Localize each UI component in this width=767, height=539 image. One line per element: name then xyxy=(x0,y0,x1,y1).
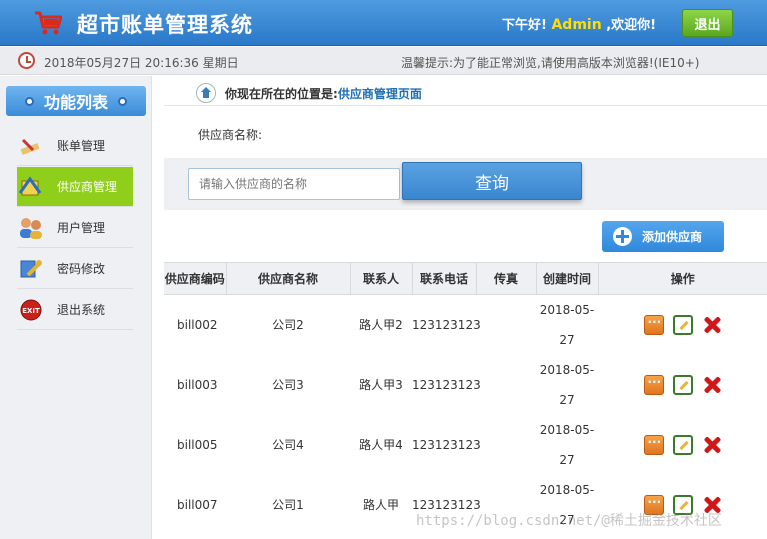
supplier-contact: 路人甲2 xyxy=(359,318,403,332)
supplier-name: 公司2 xyxy=(272,318,304,332)
row-actions xyxy=(598,355,767,415)
supplier-fax xyxy=(476,295,536,356)
user-greeting: 下午好! Admin ,欢迎你! xyxy=(502,14,656,33)
edit-icon[interactable] xyxy=(672,435,693,455)
edit-icon[interactable] xyxy=(672,315,693,335)
supplier-name: 公司4 xyxy=(272,438,304,452)
row-actions xyxy=(598,295,767,356)
delete-icon[interactable] xyxy=(702,435,722,455)
sidebar: 功能列表 账单管理 供应商管理 用户管理 密码修改 EXIT 退出系统 xyxy=(0,76,152,539)
breadcrumb-prefix: 你现在所在的位置是: xyxy=(225,87,338,101)
supplier-name-label: 供应商名称: xyxy=(198,128,263,142)
current-datetime: 2018年05月27日 20:16:36 星期日 xyxy=(44,56,239,70)
top-header: 超市账单管理系统 下午好! Admin ,欢迎你! 退出 xyxy=(0,0,767,46)
sidebar-item-label: 密码修改 xyxy=(57,262,106,276)
supplier-contact: 路人甲 xyxy=(362,498,399,512)
supplier-contact: 路人甲3 xyxy=(359,378,403,392)
delete-icon[interactable] xyxy=(702,375,722,395)
supplier-phone: 123123123 xyxy=(412,438,481,452)
supplier-table: 供应商编码 供应商名称 联系人 联系电话 传真 创建时间 操作 bill002 … xyxy=(164,262,767,535)
info-bar: 2018年05月27日 20:16:36 星期日 温馨提示:为了能正常浏览,请使… xyxy=(0,47,767,75)
bullet-icon xyxy=(24,96,34,106)
column-header: 操作 xyxy=(598,262,767,295)
view-icon[interactable] xyxy=(643,367,664,397)
supplier-fax xyxy=(476,355,536,415)
svg-text:EXIT: EXIT xyxy=(22,307,40,315)
delete-icon[interactable] xyxy=(702,315,722,335)
sidebar-title-text: 功能列表 xyxy=(43,93,108,112)
supplier-contact: 路人甲4 xyxy=(359,438,403,452)
column-header: 传真 xyxy=(476,262,537,295)
add-supplier-label: 添加供应商 xyxy=(642,230,703,244)
created-date: 2018-05-27 xyxy=(539,363,595,407)
view-icon[interactable] xyxy=(643,307,664,337)
greeting-prefix: 下午好! xyxy=(502,18,547,33)
supplier-name: 公司1 xyxy=(272,498,304,512)
add-supplier-button[interactable]: 添加供应商 xyxy=(602,221,724,252)
column-header: 供应商名称 xyxy=(226,262,351,295)
created-date: 2018-05-27 xyxy=(539,423,595,467)
supplier-name-input[interactable] xyxy=(188,168,400,200)
watermark: https://blog.csdn.net/@稀土掘金技术社区 xyxy=(416,513,722,529)
table-row: bill005 公司4 路人甲4 123123123 2018-05-27 xyxy=(164,415,767,475)
users-icon xyxy=(17,216,45,240)
supplier-code: bill002 xyxy=(177,318,218,332)
column-header: 供应商编码 xyxy=(164,262,227,295)
plus-icon xyxy=(613,227,632,246)
supplier-code: bill007 xyxy=(177,498,218,512)
sidebar-item-label: 用户管理 xyxy=(57,221,106,235)
supplier-phone: 123123123 xyxy=(412,378,481,392)
sidebar-item-exit[interactable]: EXIT 退出系统 xyxy=(17,290,133,330)
sidebar-title: 功能列表 xyxy=(6,86,146,116)
sidebar-item-label: 账单管理 xyxy=(57,139,106,153)
username: Admin xyxy=(551,17,602,33)
table-row: bill002 公司2 路人甲2 123123123 2018-05-27 xyxy=(164,295,767,356)
sidebar-item-label: 供应商管理 xyxy=(57,180,118,194)
sidebar-item-label: 退出系统 xyxy=(57,303,106,317)
home-icon[interactable] xyxy=(196,83,216,103)
greeting-suffix: ,欢迎你! xyxy=(606,18,657,33)
created-date: 2018-05-27 xyxy=(539,303,595,347)
supplier-name: 公司3 xyxy=(272,378,304,392)
table-header-row: 供应商编码 供应商名称 联系人 联系电话 传真 创建时间 操作 xyxy=(164,262,767,295)
supplier-icon xyxy=(17,175,45,199)
supplier-code: bill005 xyxy=(177,438,218,452)
supplier-fax xyxy=(476,415,536,475)
browser-tip: 温馨提示:为了能正常浏览,请使用高版本浏览器!(IE10+) xyxy=(401,56,700,70)
column-header: 联系人 xyxy=(350,262,413,295)
edit-icon[interactable] xyxy=(672,375,693,395)
app-title: 超市账单管理系统 xyxy=(77,13,253,37)
breadcrumb-text: 你现在所在的位置是:供应商管理页面 xyxy=(225,85,422,102)
sidebar-item-bills[interactable]: 账单管理 xyxy=(17,126,133,166)
bullet-icon xyxy=(118,96,127,106)
sidebar-item-suppliers[interactable]: 供应商管理 xyxy=(17,167,133,207)
shopping-cart-icon xyxy=(35,11,62,35)
supplier-phone: 123123123 xyxy=(412,318,481,332)
key-icon xyxy=(17,257,45,281)
pencil-icon xyxy=(17,134,45,158)
sidebar-item-users[interactable]: 用户管理 xyxy=(17,208,133,248)
breadcrumb-current: 供应商管理页面 xyxy=(337,87,422,101)
row-actions xyxy=(598,415,767,475)
search-button[interactable]: 查询 xyxy=(402,162,582,200)
table-row: bill003 公司3 路人甲3 123123123 2018-05-27 xyxy=(164,355,767,415)
logout-button[interactable]: 退出 xyxy=(682,9,733,37)
exit-icon: EXIT xyxy=(17,298,45,322)
supplier-code: bill003 xyxy=(177,378,218,392)
view-icon[interactable] xyxy=(643,427,664,457)
column-header: 联系电话 xyxy=(412,262,477,295)
clock-icon xyxy=(18,52,35,69)
sidebar-item-password[interactable]: 密码修改 xyxy=(17,249,133,289)
column-header: 创建时间 xyxy=(536,262,599,295)
